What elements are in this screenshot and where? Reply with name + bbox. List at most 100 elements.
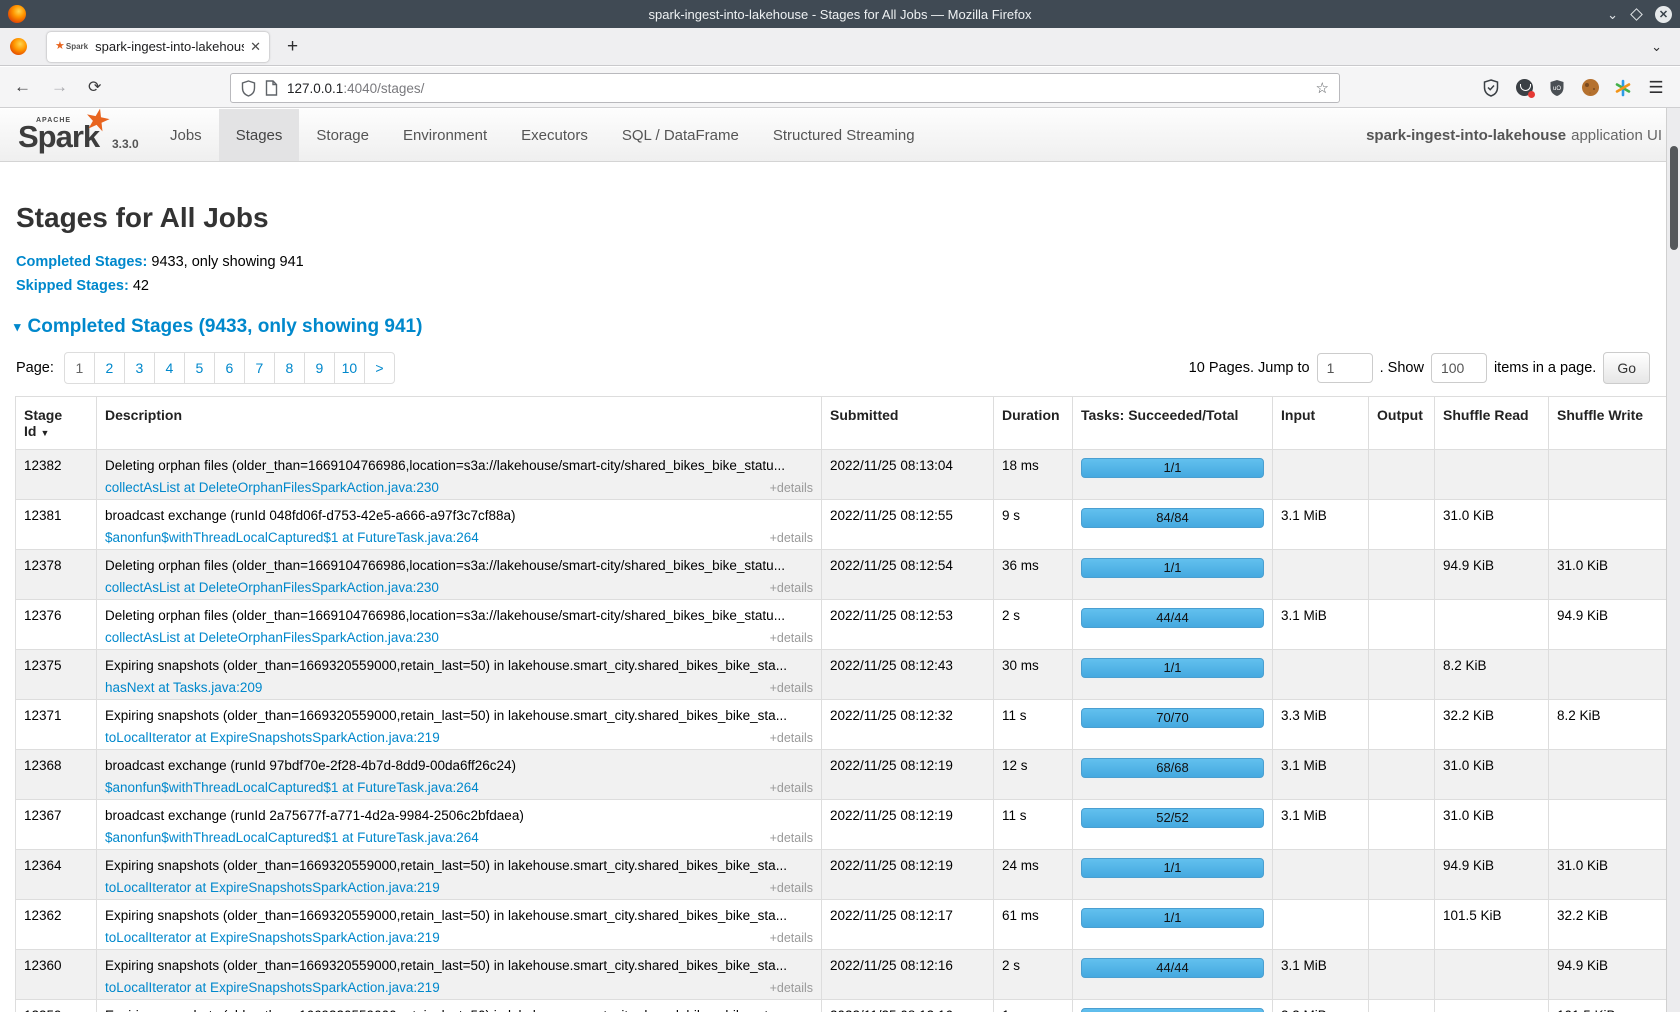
page-button-6[interactable]: 6: [214, 352, 245, 384]
browser-tab[interactable]: ★Spark spark-ingest-into-lakehous ✕: [47, 32, 269, 62]
description-cell: Expiring snapshots (older_than=166932055…: [97, 850, 822, 900]
window-title: spark-ingest-into-lakehouse - Stages for…: [0, 7, 1680, 22]
page-button-7[interactable]: 7: [244, 352, 275, 384]
details-toggle[interactable]: +details: [770, 831, 813, 845]
ublock-icon[interactable]: uO: [1547, 78, 1567, 98]
skipped-stages-link[interactable]: Skipped Stages:: [16, 278, 129, 294]
nav-item-jobs[interactable]: Jobs: [153, 109, 219, 161]
nav-item-storage[interactable]: Storage: [299, 109, 386, 161]
bookmark-star-icon[interactable]: ☆: [1316, 79, 1329, 97]
stage-description: Expiring snapshots (older_than=166932055…: [105, 958, 813, 973]
output-cell: [1369, 450, 1435, 500]
cookie-icon[interactable]: [1580, 78, 1600, 98]
page-button-4[interactable]: 4: [154, 352, 185, 384]
details-toggle[interactable]: +details: [770, 481, 813, 495]
page-icon[interactable]: [265, 80, 278, 96]
stage-detail-link[interactable]: toLocalIterator at ExpireSnapshotsSparkA…: [105, 880, 440, 895]
application-name: spark-ingest-into-lakehouse: [1366, 127, 1566, 144]
details-toggle[interactable]: +details: [770, 531, 813, 545]
nav-item-stages[interactable]: Stages: [219, 109, 300, 161]
plasma-asterisk-icon[interactable]: [1613, 78, 1633, 98]
nav-items: JobsStagesStorageEnvironmentExecutorsSQL…: [153, 109, 932, 161]
window-close-button[interactable]: ✕: [1655, 6, 1672, 23]
col-duration[interactable]: Duration: [994, 397, 1073, 450]
stage-detail-link[interactable]: toLocalIterator at ExpireSnapshotsSparkA…: [105, 980, 440, 995]
completed-stages-value: 9433, only showing 941: [151, 254, 303, 270]
go-button[interactable]: Go: [1603, 352, 1650, 384]
stage-detail-link[interactable]: $anonfun$withThreadLocalCaptured$1 at Fu…: [105, 830, 479, 845]
menu-icon[interactable]: ☰: [1646, 78, 1666, 98]
stage-detail-link[interactable]: toLocalIterator at ExpireSnapshotsSparkA…: [105, 930, 440, 945]
stage-detail-link[interactable]: toLocalIterator at ExpireSnapshotsSparkA…: [105, 730, 440, 745]
stage-id-cell: 12364: [16, 850, 97, 900]
scrollbar-thumb[interactable]: [1670, 146, 1678, 250]
page-button-9[interactable]: 9: [304, 352, 335, 384]
collapse-arrow-icon[interactable]: ▾: [14, 319, 21, 335]
page-button-3[interactable]: 3: [124, 352, 155, 384]
nav-item-executors[interactable]: Executors: [504, 109, 605, 161]
page-button-1[interactable]: 1: [64, 352, 95, 384]
tab-bar: ★Spark spark-ingest-into-lakehous ✕ + ⌄: [0, 28, 1680, 66]
details-toggle[interactable]: +details: [770, 781, 813, 795]
page-scrollbar[interactable]: [1666, 108, 1680, 1012]
details-toggle[interactable]: +details: [770, 581, 813, 595]
pocket-shield-icon[interactable]: [1481, 78, 1501, 98]
nav-item-structured-streaming[interactable]: Structured Streaming: [756, 109, 932, 161]
details-toggle[interactable]: +details: [770, 981, 813, 995]
nav-item-environment[interactable]: Environment: [386, 109, 504, 161]
tab-close-icon[interactable]: ✕: [250, 39, 261, 55]
duration-cell: 36 ms: [994, 550, 1073, 600]
details-toggle[interactable]: +details: [770, 881, 813, 895]
details-toggle[interactable]: +details: [770, 931, 813, 945]
col-tasks[interactable]: Tasks: Succeeded/Total: [1073, 397, 1273, 450]
stage-description: Expiring snapshots (older_than=166932055…: [105, 858, 813, 873]
stage-detail-link[interactable]: collectAsList at DeleteOrphanFilesSparkA…: [105, 630, 439, 645]
shield-icon[interactable]: [241, 80, 256, 97]
col-output[interactable]: Output: [1369, 397, 1435, 450]
duration-cell: 1 s: [994, 1000, 1073, 1012]
new-tab-button[interactable]: +: [287, 36, 298, 58]
stage-detail-link[interactable]: $anonfun$withThreadLocalCaptured$1 at Fu…: [105, 530, 479, 545]
details-toggle[interactable]: +details: [770, 631, 813, 645]
container-mask-icon[interactable]: [1514, 78, 1534, 98]
back-button[interactable]: ←: [14, 77, 31, 97]
col-shuffle-write[interactable]: Shuffle Write: [1549, 397, 1668, 450]
page-button-8[interactable]: 8: [274, 352, 305, 384]
col-shuffle-read[interactable]: Shuffle Read: [1435, 397, 1549, 450]
details-toggle[interactable]: +details: [770, 681, 813, 695]
col-description[interactable]: Description: [97, 397, 822, 450]
window-minimize-button[interactable]: ⌄: [1607, 8, 1618, 21]
completed-stages-link[interactable]: Completed Stages:: [16, 254, 147, 270]
spark-logo[interactable]: APACHE Spark ★ 3.3.0: [16, 109, 131, 161]
tasks-progress-bar: 68/68: [1081, 758, 1264, 778]
window-maximize-button[interactable]: [1630, 8, 1643, 21]
pages-info: 10 Pages. Jump to: [1189, 360, 1310, 376]
col-submitted[interactable]: Submitted: [822, 397, 994, 450]
page-button-2[interactable]: 2: [94, 352, 125, 384]
tasks-progress-bar: 1/1: [1081, 908, 1264, 928]
forward-button[interactable]: →: [51, 77, 68, 97]
jump-to-input[interactable]: [1317, 353, 1373, 383]
completed-stages-section-header[interactable]: ▾ Completed Stages (9433, only showing 9…: [14, 316, 1666, 338]
url-bar[interactable]: 127.0.0.1:4040/stages/ ☆: [230, 73, 1340, 103]
description-cell: Deleting orphan files (older_than=166910…: [97, 450, 822, 500]
show-count-input[interactable]: [1431, 353, 1487, 383]
col-stage-id[interactable]: Stage Id▼: [16, 397, 97, 450]
stage-detail-link[interactable]: hasNext at Tasks.java:209: [105, 680, 262, 695]
list-all-tabs-icon[interactable]: ⌄: [1651, 39, 1662, 55]
page-button->[interactable]: >: [364, 352, 395, 384]
page-button-5[interactable]: 5: [184, 352, 215, 384]
table-row: 12376 Deleting orphan files (older_than=…: [16, 600, 1668, 650]
col-input[interactable]: Input: [1273, 397, 1369, 450]
details-toggle[interactable]: +details: [770, 731, 813, 745]
stage-detail-link[interactable]: $anonfun$withThreadLocalCaptured$1 at Fu…: [105, 780, 479, 795]
nav-item-sql-dataframe[interactable]: SQL / DataFrame: [605, 109, 756, 161]
stage-id-cell: 12362: [16, 900, 97, 950]
duration-cell: 12 s: [994, 750, 1073, 800]
application-title: spark-ingest-into-lakehouse application …: [1366, 109, 1662, 162]
stage-detail-link[interactable]: collectAsList at DeleteOrphanFilesSparkA…: [105, 480, 439, 495]
stage-id-cell: 12368: [16, 750, 97, 800]
stage-detail-link[interactable]: collectAsList at DeleteOrphanFilesSparkA…: [105, 580, 439, 595]
reload-button[interactable]: ⟳: [88, 77, 101, 97]
page-button-10[interactable]: 10: [334, 352, 365, 384]
